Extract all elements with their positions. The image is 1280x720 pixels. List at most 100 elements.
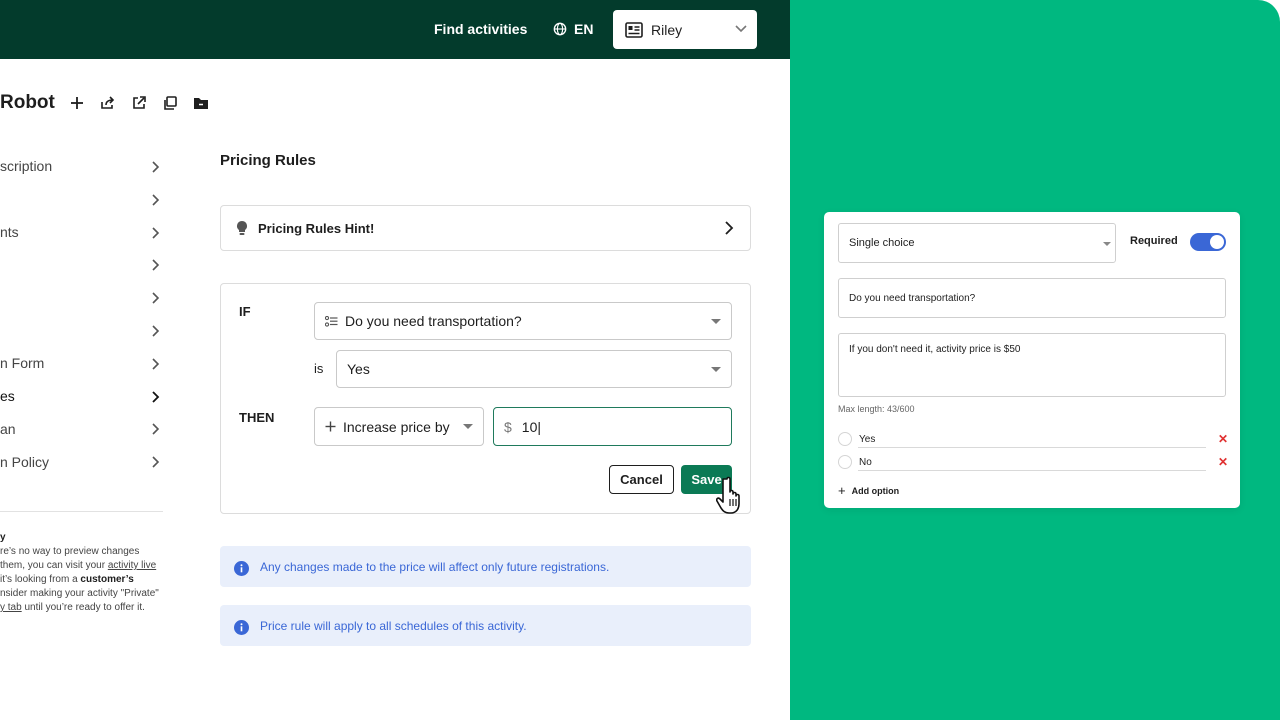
price-amount-input[interactable]: $ 10| — [493, 407, 732, 446]
user-menu[interactable]: Riley — [613, 10, 757, 49]
sidebar-item-label: an — [0, 420, 16, 437]
share-icon — [101, 96, 115, 109]
preview-note-text: them, you can visit your — [0, 560, 108, 571]
hint-label: Pricing Rules Hint! — [258, 220, 375, 236]
required-label: Required — [1130, 235, 1178, 247]
answer-option[interactable]: Yes ✕ — [838, 431, 1228, 448]
sidebar-item-active[interactable]: es — [0, 380, 163, 413]
sidebar-item-label: n Policy — [0, 453, 50, 470]
info-text: Price rule will apply to all schedules o… — [260, 618, 527, 633]
duplicate-button[interactable] — [162, 95, 178, 111]
add-option-label: Add option — [851, 486, 900, 496]
folder-button[interactable] — [193, 95, 209, 111]
info-icon — [234, 561, 249, 576]
chevron-right-icon — [725, 221, 734, 235]
sidebar-item[interactable] — [0, 281, 163, 314]
answer-option[interactable]: No ✕ — [838, 454, 1228, 471]
sidebar-item[interactable]: scription — [0, 150, 163, 183]
top-navigation-bar: Find activities EN Riley — [0, 0, 790, 59]
question-text-value: Do you need transportation? — [849, 292, 976, 304]
activity-editor: Find activities EN Riley Robot scription… — [0, 0, 790, 720]
external-link-icon — [133, 96, 146, 109]
preview-note-text: until you’re ready to offer it. — [21, 602, 145, 613]
chevron-down-icon — [735, 25, 747, 33]
preview-note-emphasis: customer’s — [80, 574, 134, 585]
question-description-textarea[interactable]: If you don't need it, activity price is … — [838, 333, 1226, 397]
chevron-right-icon — [152, 325, 160, 337]
question-select[interactable]: Do you need transportation? — [314, 302, 732, 340]
action-select[interactable]: Increase price by — [314, 407, 484, 446]
question-value: Do you need transportation? — [345, 313, 522, 329]
chevron-right-icon — [152, 292, 160, 304]
language-switcher[interactable]: EN — [553, 21, 593, 37]
preview-note-line: them, you can visit your activity live — [0, 559, 170, 573]
page-title-row: Robot — [0, 92, 224, 114]
share-button[interactable] — [100, 95, 116, 111]
sidebar-item-label: scription — [0, 158, 53, 175]
max-length-counter: Max length: 43/600 — [838, 404, 915, 414]
sidebar-item-label: n Form — [0, 355, 45, 372]
list-icon — [325, 315, 338, 327]
is-label: is — [314, 361, 324, 376]
preview-note-text: it’s looking from a — [0, 574, 81, 585]
sidebar-item[interactable] — [0, 248, 163, 281]
pricing-rules-hint[interactable]: Pricing Rules Hint! — [220, 205, 751, 251]
radio-circle-icon — [838, 455, 852, 469]
currency-symbol: $ — [504, 418, 512, 435]
hand-pointer-cursor-icon — [716, 476, 740, 514]
sidebar-divider — [0, 511, 163, 512]
globe-icon — [553, 22, 567, 36]
option-label: No — [859, 456, 872, 468]
action-value: Increase price by — [343, 418, 450, 435]
language-code: EN — [574, 21, 594, 37]
copy-icon — [164, 96, 177, 110]
chevron-right-icon — [152, 456, 160, 468]
question-type-value: Single choice — [849, 237, 915, 249]
plus-icon — [70, 97, 83, 109]
chevron-right-icon — [152, 423, 160, 435]
user-name: Riley — [651, 21, 683, 38]
sidebar-item[interactable]: an — [0, 412, 163, 445]
preview-note: y re’s no way to preview changes them, y… — [0, 531, 170, 615]
sidebar-item[interactable] — [0, 183, 163, 216]
open-external-button[interactable] — [131, 95, 147, 111]
sidebar-item[interactable]: n Form — [0, 347, 163, 380]
page-title: Robot — [0, 92, 55, 113]
info-banner: Any changes made to the price will affec… — [220, 546, 751, 587]
chevron-right-icon — [152, 390, 160, 403]
required-toggle[interactable] — [1190, 233, 1226, 251]
sidebar-item[interactable]: n Policy — [0, 445, 163, 478]
preview-note-line: re’s no way to preview changes — [0, 546, 140, 557]
sidebar-item[interactable] — [0, 314, 163, 347]
remove-option-icon[interactable]: ✕ — [1218, 431, 1228, 447]
radio-circle-icon — [838, 432, 852, 446]
visibility-tab-link[interactable]: y tab — [0, 602, 22, 613]
question-type-select[interactable]: Single choice — [838, 223, 1116, 263]
chevron-right-icon — [152, 227, 160, 239]
find-activities-link[interactable]: Find activities — [434, 21, 527, 37]
add-option-button[interactable]: + Add option — [838, 484, 900, 497]
question-editor-card: Single choice Required Do you need trans… — [824, 212, 1240, 508]
plus-icon — [325, 421, 336, 432]
then-label: THEN — [239, 410, 275, 425]
answer-select[interactable]: Yes — [336, 350, 732, 388]
info-banner: Price rule will apply to all schedules o… — [220, 605, 751, 646]
profile-card-icon — [625, 21, 643, 38]
question-description-value: If you don't need it, activity price is … — [849, 344, 1021, 355]
option-underline — [858, 470, 1206, 471]
remove-option-icon[interactable]: ✕ — [1218, 454, 1228, 470]
if-label: IF — [239, 304, 251, 319]
add-button[interactable] — [69, 95, 85, 111]
sidebar-item[interactable]: nts — [0, 216, 163, 249]
question-text-input[interactable]: Do you need transportation? — [838, 278, 1226, 318]
section-title: Pricing Rules — [220, 152, 316, 169]
caret-down-icon — [463, 424, 473, 429]
cancel-button[interactable]: Cancel — [609, 465, 674, 494]
lightbulb-icon — [237, 221, 247, 235]
preview-note-heading: y — [0, 532, 6, 543]
preview-note-line: it’s looking from a customer’s — [0, 573, 170, 587]
folder-icon — [193, 98, 208, 109]
sidebar-navigation: scription nts n Form es an n Policy — [0, 150, 163, 478]
caret-down-icon — [1103, 242, 1111, 246]
activity-live-link[interactable]: activity live — [108, 560, 156, 571]
